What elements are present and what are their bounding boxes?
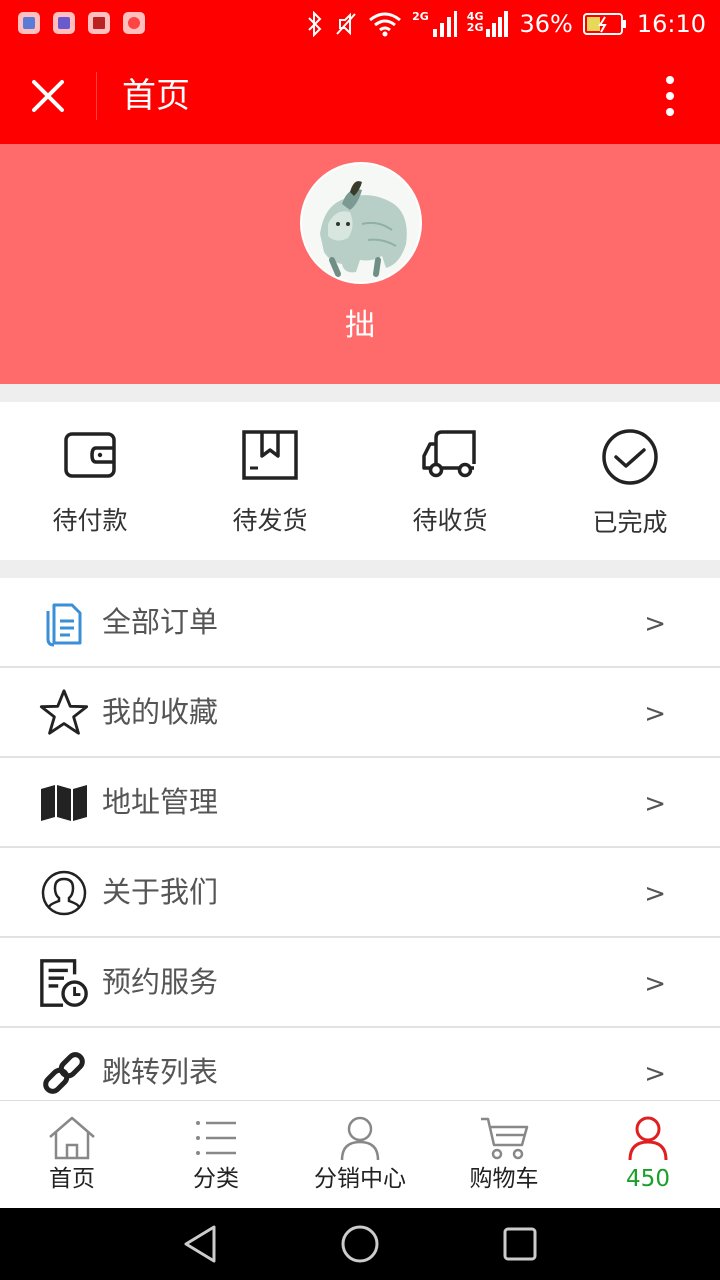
network-type-1: 2G	[412, 10, 429, 23]
package-box-icon	[242, 430, 298, 480]
chevron-right-icon: >	[644, 699, 666, 729]
cart-icon	[481, 1117, 529, 1160]
order-label: 待收货	[412, 506, 488, 535]
menu-item-booking[interactable]: 预约服务 >	[0, 938, 720, 1028]
delivery-truck-icon	[422, 430, 476, 478]
chevron-right-icon: >	[644, 609, 666, 639]
check-circle-icon	[602, 429, 658, 485]
tab-cart[interactable]: 购物车	[432, 1101, 576, 1208]
star-icon	[38, 687, 90, 739]
bottom-tab-bar: 首页 分类 分销中心 购物车 450	[0, 1100, 720, 1208]
menu-label: 地址管理	[102, 785, 219, 819]
home-icon	[49, 1116, 95, 1160]
menu-item-favorites[interactable]: 我的收藏 >	[0, 668, 720, 758]
app-bar: 首页	[0, 48, 720, 144]
recents-square-icon	[503, 1227, 537, 1261]
order-pending-shipment[interactable]: 待发货	[180, 402, 360, 560]
more-vertical-icon	[666, 76, 674, 116]
home-circle-icon	[341, 1225, 379, 1263]
menu-label: 我的收藏	[102, 695, 219, 729]
calculator-notification-icon	[88, 12, 110, 34]
tab-category[interactable]: 分类	[144, 1101, 288, 1208]
home-button[interactable]	[330, 1214, 390, 1274]
documents-icon	[38, 597, 90, 649]
usb-notification-icon	[18, 12, 40, 34]
username: 拙	[345, 308, 375, 343]
bear-illustration-avatar	[302, 164, 420, 282]
clock: 16:10	[636, 10, 706, 38]
order-label: 待付款	[52, 506, 128, 535]
menu-label: 关于我们	[102, 875, 219, 909]
link-icon	[38, 1047, 90, 1099]
order-status-row: 待付款 待发货 待收货 已完成	[0, 402, 720, 560]
menu-item-address[interactable]: 地址管理 >	[0, 758, 720, 848]
signal-2: 4G 2G	[467, 11, 510, 37]
gallery-notification-icon	[53, 12, 75, 34]
back-triangle-icon	[184, 1225, 216, 1263]
network-type-2: 4G 2G	[467, 11, 484, 33]
bluetooth-icon	[308, 11, 322, 37]
tab-distribution-center[interactable]: 分销中心	[288, 1101, 432, 1208]
more-options-button[interactable]	[640, 70, 700, 122]
menu-item-about-us[interactable]: 关于我们 >	[0, 848, 720, 938]
order-pending-payment[interactable]: 待付款	[0, 402, 180, 560]
menu-label: 预约服务	[102, 965, 219, 999]
order-label: 待发货	[232, 506, 308, 535]
menu-list: 全部订单 > 我的收藏 > 地址管理 > 关于我们 > 预约服务 > 跳转列表 …	[0, 578, 720, 1118]
map-icon	[38, 777, 90, 829]
battery-percent: 36%	[519, 10, 573, 38]
back-button[interactable]	[170, 1214, 230, 1274]
close-button[interactable]	[22, 70, 74, 122]
list-icon	[196, 1121, 236, 1155]
tab-home[interactable]: 首页	[0, 1101, 144, 1208]
chevron-right-icon: >	[644, 879, 666, 909]
appbar-divider	[96, 72, 97, 120]
status-bar: 2G 4G 2G 36% 16:10	[0, 0, 720, 48]
signal-bars-2-icon	[486, 11, 509, 37]
system-status: 2G 4G 2G 36% 16:10	[306, 6, 706, 42]
close-icon	[32, 80, 64, 112]
schedule-clock-icon	[38, 957, 90, 1009]
tab-label: 450	[626, 1166, 670, 1192]
chevron-right-icon: >	[644, 789, 666, 819]
tab-label: 购物车	[469, 1166, 539, 1192]
app-notification-icon	[123, 12, 145, 34]
signal-1: 2G	[412, 11, 457, 37]
profile-header: 拙	[0, 144, 720, 384]
menu-label: 跳转列表	[102, 1055, 219, 1089]
network-type-2-bottom: 2G	[466, 21, 484, 34]
tab-label: 首页	[49, 1166, 95, 1192]
page-title: 首页	[122, 76, 190, 116]
menu-label: 全部订单	[102, 605, 219, 639]
system-navigation-bar	[0, 1208, 720, 1280]
wifi-icon	[369, 12, 402, 37]
order-label: 已完成	[592, 508, 668, 537]
order-pending-receipt[interactable]: 待收货	[360, 402, 540, 560]
recents-button[interactable]	[490, 1214, 550, 1274]
order-completed[interactable]: 已完成	[540, 402, 720, 560]
avatar[interactable]	[300, 162, 422, 284]
tab-label: 分类	[193, 1166, 239, 1192]
chevron-right-icon: >	[644, 969, 666, 999]
mute-icon	[336, 12, 356, 36]
battery-icon	[582, 13, 626, 35]
person-active-icon	[628, 1116, 668, 1161]
user-circle-icon	[38, 867, 90, 919]
wallet-icon	[64, 432, 116, 478]
notification-icons	[18, 12, 145, 34]
tab-profile[interactable]: 450	[576, 1101, 720, 1208]
tab-label: 分销中心	[314, 1166, 406, 1192]
chevron-right-icon: >	[644, 1059, 666, 1089]
person-icon	[340, 1116, 380, 1161]
menu-item-all-orders[interactable]: 全部订单 >	[0, 578, 720, 668]
signal-bars-icon	[432, 11, 457, 37]
